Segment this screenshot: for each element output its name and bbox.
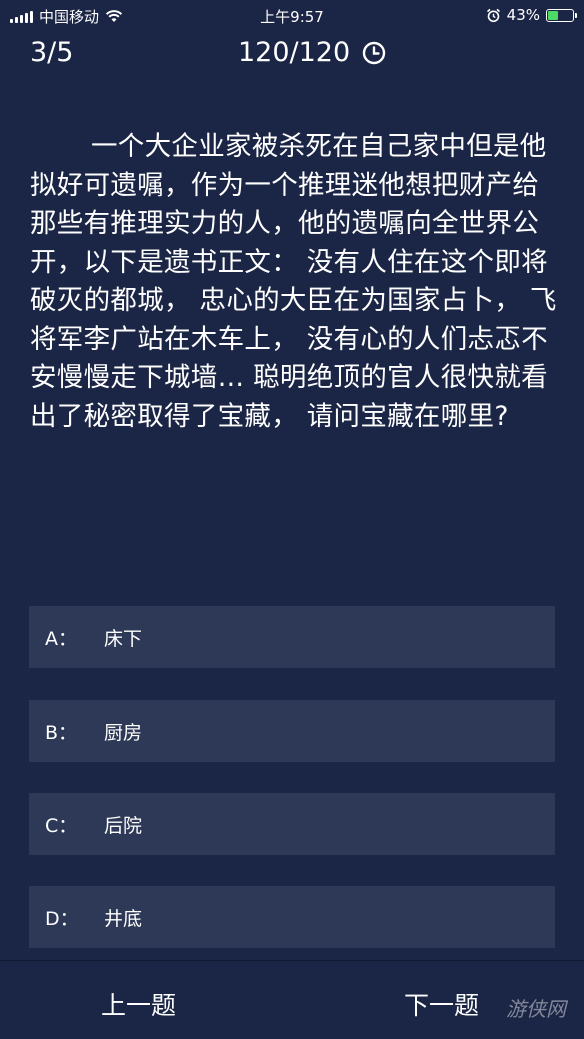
option-c[interactable]: C： 后院 [29,793,555,855]
bottom-nav: 上一题 下一题 游侠网 [0,960,584,1039]
timer: 120/120 [238,37,386,68]
clock-icon [362,41,386,64]
prev-question-button[interactable]: 上一题 [101,986,176,1022]
option-letter: D： [45,907,79,930]
next-question-button[interactable]: 下一题 [404,986,479,1022]
option-text: 厨房 [104,721,143,744]
battery-fill [548,10,558,20]
status-right: 43% [486,6,577,24]
battery-icon [546,8,577,22]
option-letter: B： [45,721,78,744]
timer-value: 120/120 [238,37,351,68]
option-text: 井底 [104,907,143,930]
question-counter: 3/5 [30,37,74,68]
watermark-logo: 游侠网 [506,997,566,1021]
option-d[interactable]: D： 井底 [29,886,555,948]
option-letter: C： [45,814,78,837]
alarm-icon [486,8,500,22]
status-bar: 中国移动 上午9:57 43% [0,0,584,30]
option-a[interactable]: A： 床下 [29,606,555,668]
question-text: 一个大企业家被杀死在自己家中但是他拟好可遗嘱，作为一个推理迷他想把财产给那些有推… [30,131,557,432]
option-b[interactable]: B： 厨房 [29,700,555,762]
option-text: 床下 [104,627,143,650]
option-text: 后院 [104,814,143,837]
battery-percent: 43% [506,6,540,24]
option-letter: A： [45,627,77,650]
